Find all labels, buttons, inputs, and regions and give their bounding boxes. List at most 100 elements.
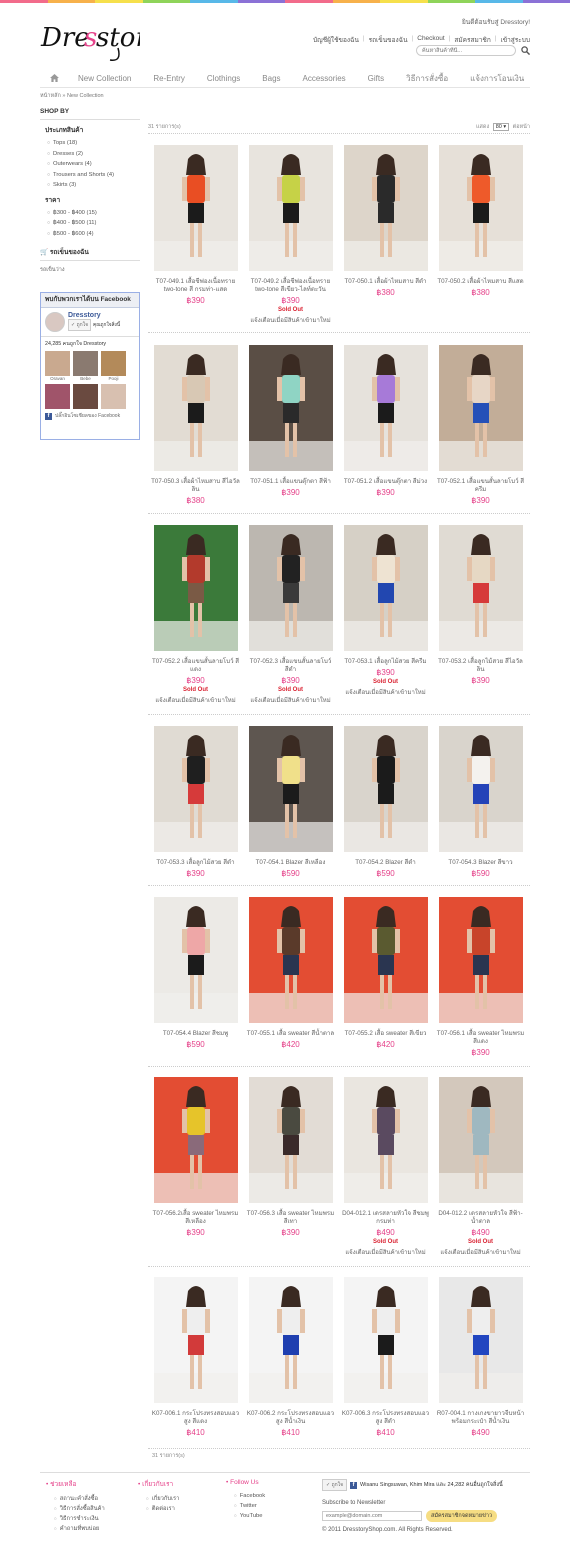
product-card[interactable]: K07-006.1 กระโปรงทรงสอบแอวสูง สีแดง ฿410 <box>148 1277 243 1437</box>
product-card[interactable]: T07-052.1 เสื้อแขนสั้นลายโบว์ สีครีม ฿390 <box>433 345 528 505</box>
product-name[interactable]: T07-052.3 เสื้อแขนสั้นลายโบว์ สีดำ <box>243 658 338 674</box>
product-card[interactable]: K07-006.3 กระโปรงทรงสอบแอวสูง สีดำ ฿410 <box>338 1277 433 1437</box>
product-card[interactable]: T07-050.2 เสื้อผ้าไหมสาบ สีแสด ฿380 <box>433 145 528 297</box>
product-name[interactable]: T07-054.2 Blazer สีดำ <box>338 859 433 867</box>
nav-re-entry[interactable]: Re-Entry <box>142 74 196 83</box>
nav-how-to-order[interactable]: วิธีการสั่งซื้อ <box>395 72 459 85</box>
product-image[interactable] <box>153 1277 238 1403</box>
product-card[interactable]: K07-006.2 กระโปรงทรงสอบแอวสูง สีน้ำเงิน฿… <box>243 1277 338 1437</box>
facebook-fan[interactable]: Pooji <box>101 351 126 381</box>
category-filter[interactable]: Trousers and Shorts (4) <box>47 170 140 181</box>
footer-help-link[interactable]: วิธีการชำระเงิน <box>54 1514 105 1524</box>
product-card[interactable]: T07-054.4 Blazer สีชมพู ฿590 <box>148 897 243 1049</box>
product-card[interactable]: T07-053.3 เสื้อลูกไม้สวย สีดำ ฿390 <box>148 726 243 878</box>
product-image[interactable] <box>438 1277 523 1403</box>
facebook-footer-text[interactable]: ปลั๊กอินโซเชียลของ Facebook <box>55 412 120 420</box>
product-card[interactable]: T07-049.2 เสื้อชีฟองเนื้อทราย two-tone ส… <box>243 145 338 325</box>
product-card[interactable]: T07-054.3 Blazer สีขาว ฿590 <box>433 726 528 878</box>
facebook-fan[interactable] <box>101 384 126 409</box>
product-name[interactable]: T07-056.1 เสื้อ sweater ไหมพรมสีแดง <box>433 1030 528 1046</box>
product-image[interactable] <box>153 897 238 1023</box>
product-name[interactable]: T07-050.1 เสื้อผ้าไหมสาบ สีดำ <box>338 278 433 286</box>
product-card[interactable]: T07-054.1 Blazer สีเหลือง ฿590 <box>243 726 338 878</box>
footer-like-button[interactable]: ✓ ถูกใจ <box>322 1479 348 1491</box>
footer-help-link[interactable]: สถานะคำสั่งซื้อ <box>54 1494 105 1504</box>
facebook-fan[interactable]: Bebe <box>73 351 98 381</box>
restock-notify-link[interactable]: แจ้งเตือนเมื่อมีสินค้าเข้ามาใหม่ <box>243 695 338 705</box>
register-link[interactable]: สมัครสมาชิก <box>454 35 490 45</box>
product-image[interactable] <box>343 525 428 651</box>
product-card[interactable]: D04-012.2 เดรสลายหัวใจ สีฟ้า-น้ำตาล ฿490 S… <box>433 1077 528 1257</box>
product-image[interactable] <box>343 726 428 852</box>
product-image[interactable] <box>248 726 333 852</box>
footer-about-link[interactable]: เกี่ยวกับเรา <box>146 1494 180 1504</box>
newsletter-email-input[interactable] <box>322 1511 422 1521</box>
product-image[interactable] <box>343 145 428 271</box>
product-card[interactable]: T07-050.1 เสื้อผ้าไหมสาบ สีดำ ฿380 <box>338 145 433 297</box>
product-image[interactable] <box>153 525 238 651</box>
product-card[interactable]: T07-054.2 Blazer สีดำ ฿590 <box>338 726 433 878</box>
facebook-like-button[interactable]: ✓ ถูกใจ <box>68 319 92 331</box>
footer-help-link[interactable]: คำถามที่พบบ่อย <box>54 1524 105 1534</box>
facebook-page-name[interactable]: Dresstory <box>68 312 120 319</box>
category-filter[interactable]: Tops (18) <box>47 138 140 149</box>
product-card[interactable]: T07-051.1 เสื้อแขนตุ๊กตา สีฟ้า ฿390 <box>243 345 338 497</box>
restock-notify-link[interactable]: แจ้งเตือนเมื่อมีสินค้าเข้ามาใหม่ <box>433 1247 528 1257</box>
product-name[interactable]: T07-052.2 เสื้อแขนสั้นลายโบว์ สีแดง <box>148 658 243 674</box>
restock-notify-link[interactable]: แจ้งเตือนเมื่อมีสินค้าเข้ามาใหม่ <box>338 1247 433 1257</box>
category-filter[interactable]: Dresses (2) <box>47 149 140 160</box>
product-name[interactable]: T07-054.4 Blazer สีชมพู <box>148 1030 243 1038</box>
product-image[interactable] <box>248 1077 333 1203</box>
nav-clothings[interactable]: Clothings <box>196 74 251 83</box>
login-link[interactable]: เข้าสู่ระบบ <box>500 35 530 45</box>
product-name[interactable]: D04-012.2 เดรสลายหัวใจ สีฟ้า-น้ำตาล <box>433 1210 528 1226</box>
product-name[interactable]: K07-006.3 กระโปรงทรงสอบแอวสูง สีดำ <box>338 1410 433 1426</box>
footer-about-link[interactable]: ติดต่อเรา <box>146 1504 179 1514</box>
product-name[interactable]: T07-056.3 เสื้อ sweater ไหมพรมสีเทา <box>243 1210 338 1226</box>
product-name[interactable]: R07-004.1 กางเกงขายาวจีบหน้าพร้อมกระเป๋า… <box>433 1410 528 1426</box>
per-page-select[interactable]: 80 ▾ <box>492 122 510 131</box>
restock-notify-link[interactable]: แจ้งเตือนเมื่อมีสินค้าเข้ามาใหม่ <box>243 315 338 325</box>
home-nav-link[interactable] <box>40 73 67 84</box>
product-name[interactable]: T07-049.2 เสื้อชีฟองเนื้อทราย two-tone ส… <box>243 278 338 294</box>
product-image[interactable] <box>438 1077 523 1203</box>
product-name[interactable]: T07-050.2 เสื้อผ้าไหมสาบ สีแสด <box>433 278 528 286</box>
product-image[interactable] <box>438 145 523 271</box>
facebook-page-avatar[interactable] <box>45 312 65 332</box>
product-name[interactable]: T07-049.1 เสื้อชีฟองเนื้อทราย two-tone ส… <box>148 278 243 294</box>
product-image[interactable] <box>248 345 333 471</box>
product-name[interactable]: T07-054.1 Blazer สีเหลือง <box>243 859 338 867</box>
product-name[interactable]: D04-012.1 เดรสลายหัวใจ สีชมพูกรมท่า <box>338 1210 433 1226</box>
nav-gifts[interactable]: Gifts <box>357 74 395 83</box>
product-card[interactable]: T07-051.2 เสื้อแขนตุ๊กตา สีม่วง ฿390 <box>338 345 433 497</box>
product-name[interactable]: K07-006.1 กระโปรงทรงสอบแอวสูง สีแดง <box>148 1410 243 1426</box>
product-card[interactable]: T07-056.1 เสื้อ sweater ไหมพรมสีแดง ฿390 <box>433 897 528 1057</box>
product-name[interactable]: T07-052.1 เสื้อแขนสั้นลายโบว์ สีครีม <box>433 478 528 494</box>
nav-new-collection[interactable]: New Collection <box>67 74 142 83</box>
facebook-fan[interactable] <box>73 384 98 409</box>
footer-follow-link[interactable]: Facebook <box>234 1491 265 1501</box>
nav-payment-notify[interactable]: แจ้งการโอนเงิน <box>459 72 535 85</box>
checkout-link[interactable]: Checkout <box>417 35 444 45</box>
price-filter[interactable]: ฿300 - ฿400 (15) <box>47 208 140 219</box>
product-image[interactable] <box>248 1277 333 1403</box>
product-image[interactable] <box>343 897 428 1023</box>
search-icon[interactable] <box>521 46 530 55</box>
facebook-fan[interactable]: Oravan <box>45 351 70 381</box>
product-name[interactable]: T07-050.3 เสื้อผ้าไหมสาบ สีไอวัลลิน <box>148 478 243 494</box>
product-card[interactable]: D04-012.1 เดรสลายหัวใจ สีชมพูกรมท่า ฿490 S… <box>338 1077 433 1257</box>
category-filter[interactable]: Skirts (3) <box>47 180 140 191</box>
product-image[interactable] <box>153 345 238 471</box>
product-card[interactable]: T07-053.1 เสื้อลูกไม้สวย สีครีม ฿390 Sold … <box>338 525 433 697</box>
product-card[interactable]: T07-052.3 เสื้อแขนสั้นลายโบว์ สีดำ ฿390 So… <box>243 525 338 705</box>
product-name[interactable]: T07-056.2เสื้อ sweater ไหมพรมสีเหลือง <box>148 1210 243 1226</box>
my-account-link[interactable]: บัญชีผู้ใช้ของฉัน <box>313 35 359 45</box>
product-card[interactable]: T07-050.3 เสื้อผ้าไหมสาบ สีไอวัลลิน ฿380 <box>148 345 243 505</box>
product-name[interactable]: T07-054.3 Blazer สีขาว <box>433 859 528 867</box>
product-image[interactable] <box>153 1077 238 1203</box>
nav-accessories[interactable]: Accessories <box>292 74 357 83</box>
product-image[interactable] <box>153 726 238 852</box>
breadcrumb-home[interactable]: หน้าหลัก <box>40 93 61 99</box>
product-name[interactable]: K07-006.2 กระโปรงทรงสอบแอวสูง สีน้ำเงิน <box>243 1410 338 1426</box>
product-image[interactable] <box>248 145 333 271</box>
